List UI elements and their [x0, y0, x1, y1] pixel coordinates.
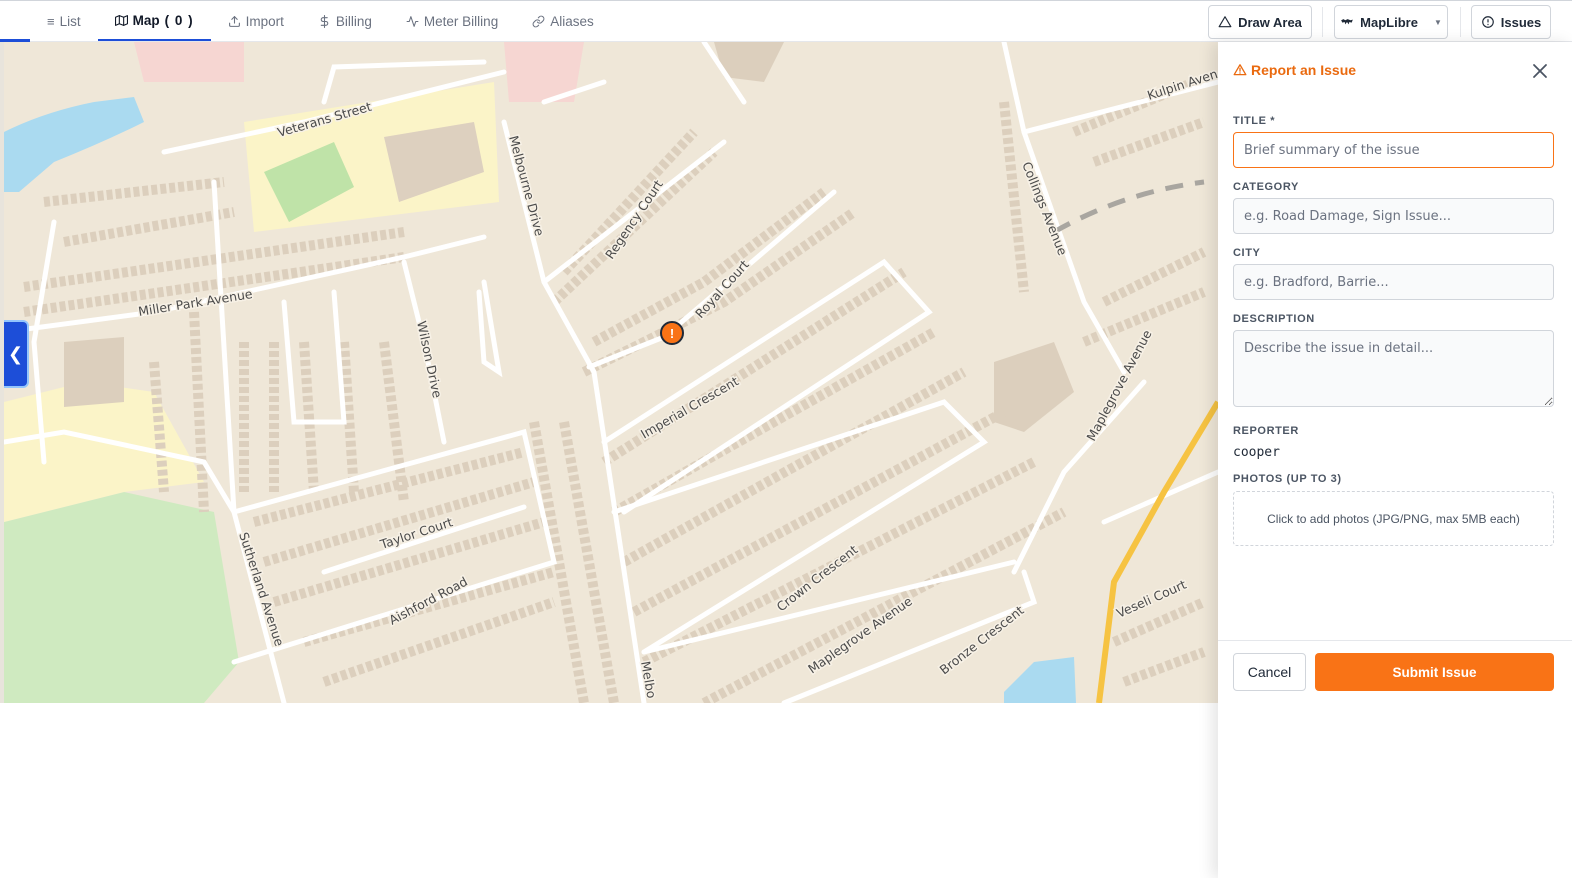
link-icon — [532, 15, 545, 27]
photo-upload-hint: Click to add photos (JPG/PNG, max 5MB ea… — [1267, 511, 1520, 526]
alert-circle-icon — [1481, 16, 1494, 28]
city-input[interactable] — [1233, 264, 1554, 300]
category-input[interactable] — [1233, 198, 1554, 234]
cancel-button[interactable]: Cancel — [1233, 653, 1306, 691]
submit-issue-button[interactable]: Submit Issue — [1315, 653, 1554, 691]
sidebar-collapse-button[interactable]: ❮ — [4, 320, 29, 388]
tab-billing-label: Billing — [335, 13, 372, 29]
chevron-down-icon: ▼ — [1433, 17, 1442, 27]
tab-map[interactable]: Map ( 0 ) — [97, 1, 211, 41]
close-icon — [1533, 64, 1547, 78]
tab-meter-billing[interactable]: Meter Billing — [389, 1, 515, 41]
tab-billing[interactable]: Billing — [301, 1, 389, 41]
photo-upload-dropzone[interactable]: Click to add photos (JPG/PNG, max 5MB ea… — [1233, 491, 1554, 546]
street-label: Regency Court — [602, 177, 666, 262]
close-button[interactable] — [1530, 61, 1550, 81]
tab-list-label: List — [59, 13, 81, 29]
tab-import-label: Import — [245, 13, 284, 29]
street-label: Bronze Crescent — [937, 602, 1027, 677]
activity-icon — [406, 15, 419, 27]
tab-map-label: Map — [132, 12, 160, 28]
street-label: Sutherland Avenue — [236, 530, 287, 648]
toolbar-divider — [1460, 7, 1461, 37]
upload-icon — [228, 15, 240, 27]
panel-footer-divider — [1218, 640, 1572, 641]
description-label: DESCRIPTION — [1233, 313, 1315, 325]
draw-area-button[interactable]: Draw Area — [1208, 5, 1312, 39]
reporter-value: cooper — [1233, 445, 1280, 460]
tab-import[interactable]: Import — [211, 1, 301, 41]
photos-label: PHOTOS (UP TO 3) — [1233, 473, 1342, 485]
panel-header: Report an Issue — [1233, 62, 1356, 78]
top-toolbar: ≡ List Map ( 0 ) Import Billing Meter Bi… — [0, 0, 1572, 42]
tab-aliases-label: Aliases — [550, 13, 594, 29]
map-tiles: Veterans Street Melbourne Drive Regency … — [4, 42, 1218, 703]
city-label: CITY — [1233, 247, 1261, 259]
list-icon: ≡ — [47, 13, 55, 29]
reporter-label: REPORTER — [1233, 425, 1299, 437]
maplibre-logo-icon — [1341, 19, 1353, 25]
triangle-icon — [1218, 16, 1232, 28]
draw-area-label: Draw Area — [1238, 14, 1302, 30]
toolbar-divider — [1322, 7, 1323, 37]
panel-title: Report an Issue — [1251, 62, 1357, 78]
report-issue-panel: Report an Issue TITLE * CATEGORY CITY DE… — [1218, 42, 1572, 878]
issue-marker-glyph: ! — [669, 325, 675, 341]
map-engine-label: MapLibre — [1360, 14, 1418, 30]
map-icon — [114, 14, 128, 26]
title-label: TITLE * — [1233, 115, 1276, 127]
map-canvas[interactable]: Veterans Street Melbourne Drive Regency … — [4, 42, 1218, 703]
chevron-left-icon: ❮ — [7, 343, 24, 364]
street-label: Collings Avenue — [1019, 160, 1070, 258]
issues-label: Issues — [1500, 14, 1542, 30]
title-input[interactable] — [1233, 132, 1554, 168]
warning-triangle-icon — [1233, 64, 1247, 76]
tab-meter-billing-label: Meter Billing — [423, 13, 499, 29]
street-label: Veseli Court — [1114, 577, 1188, 621]
dollar-icon — [320, 14, 329, 28]
street-label: Maplegrove Avenue — [805, 593, 915, 676]
map-engine-dropdown[interactable]: MapLibre ▼ — [1334, 5, 1448, 39]
tab-list[interactable]: ≡ List — [30, 1, 98, 41]
street-label: Wilson Drive — [414, 320, 445, 400]
tab-map-count: ( 0 ) — [164, 12, 194, 28]
issues-button[interactable]: Issues — [1471, 5, 1551, 39]
issue-marker[interactable]: ! — [660, 321, 684, 345]
tab-aliases[interactable]: Aliases — [515, 1, 611, 41]
description-textarea[interactable] — [1233, 330, 1554, 407]
view-tabs: ≡ List Map ( 0 ) Import Billing Meter Bi… — [30, 1, 611, 43]
category-label: CATEGORY — [1233, 181, 1299, 193]
